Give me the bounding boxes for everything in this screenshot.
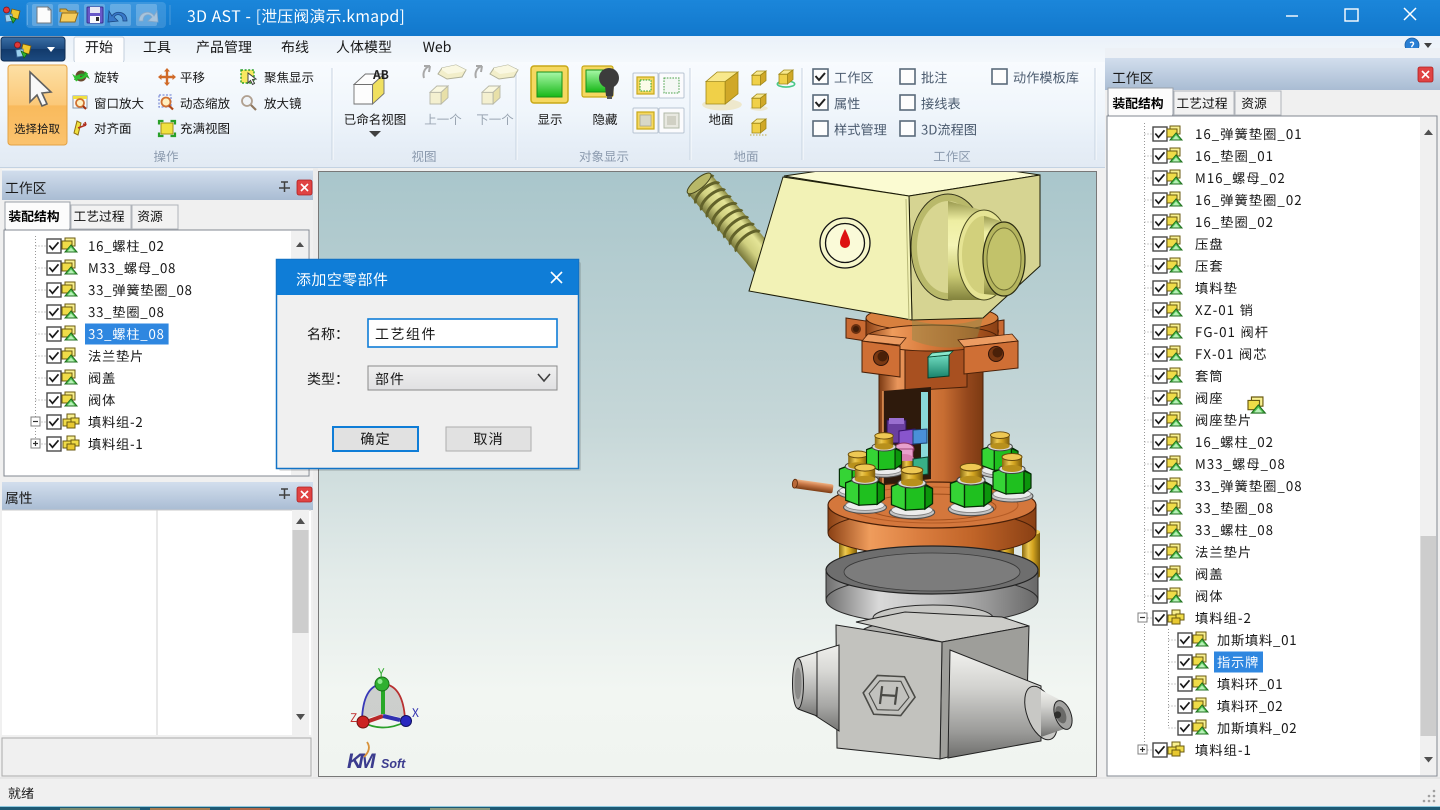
svg-text:Soft: Soft xyxy=(381,757,406,771)
